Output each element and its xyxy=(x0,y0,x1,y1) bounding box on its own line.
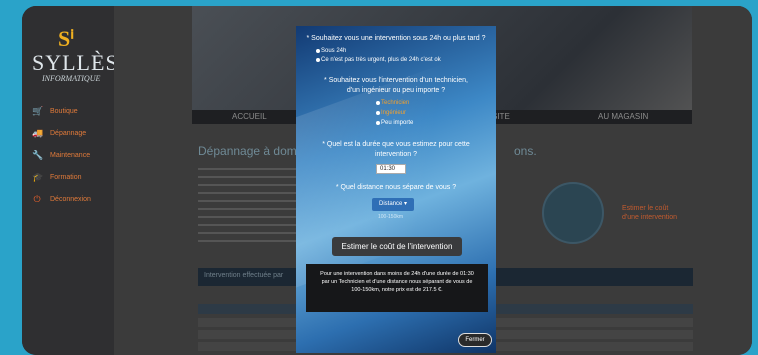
question-urgency: * Souhaitez vous une intervention sous 2… xyxy=(306,35,486,42)
sidebar-item-deconnexion[interactable]: ⏻ Déconnexion xyxy=(32,188,114,210)
radio-icon xyxy=(376,121,380,125)
close-button[interactable]: Fermer xyxy=(458,333,492,347)
question-distance: * Quel distance nous sépare de vous ? xyxy=(335,184,457,191)
option-ingenieur[interactable]: Ingénieur xyxy=(376,110,406,116)
page-title: Dépannage à domic xyxy=(198,144,306,158)
logo-name: SYLLÈS xyxy=(32,50,119,75)
option-label: Sous 24h xyxy=(321,48,347,54)
sidebar-item-formation[interactable]: 🎓 Formation xyxy=(32,166,114,188)
radio-icon xyxy=(376,111,380,115)
menu-item-magasin[interactable]: AU MAGASIN xyxy=(598,112,648,121)
question-duree-line1: * Quel est la durée que vous estimez pou… xyxy=(322,141,470,148)
sidebar-item-label: Formation xyxy=(50,173,82,181)
estimer-link[interactable]: Estimer le coût d'une intervention xyxy=(622,204,677,222)
section-banner-text: Intervention effectuée par xyxy=(204,272,284,279)
radio-icon xyxy=(316,49,320,53)
page-title-tail: ons. xyxy=(514,144,537,158)
intro-paragraph xyxy=(198,168,298,248)
result-line: Pour une intervention dans moins de 24h … xyxy=(320,271,474,277)
duration-input[interactable]: 01:30 xyxy=(376,164,406,174)
question-intervenant-line1: * Souhaitez vous l'intervention d'un tec… xyxy=(324,77,468,84)
truck-icon: 🚚 xyxy=(32,128,44,138)
option-peu-importe[interactable]: Peu importe xyxy=(376,120,413,126)
option-technicien[interactable]: Technicien xyxy=(376,100,409,106)
option-plus-24h[interactable]: Ce n'est pas très urgent, plus de 24h c'… xyxy=(316,57,441,63)
sidebar-item-depannage[interactable]: 🚚 Dépannage xyxy=(32,122,114,144)
sidebar-item-label: Maintenance xyxy=(50,151,91,159)
distance-select[interactable]: Distance ▾ xyxy=(372,198,414,211)
question-intervenant-line2: d'un ingénieur ou peu importe ? xyxy=(346,87,446,94)
sidebar-item-label: Déconnexion xyxy=(50,195,91,203)
logo[interactable]: Sⁱ SYLLÈS INFORMATIQUE xyxy=(32,26,118,86)
sidebar-item-maintenance[interactable]: 🔧 Maintenance xyxy=(32,144,114,166)
option-label: Peu importe xyxy=(381,120,414,126)
menu-item-accueil[interactable]: ACCUEIL xyxy=(232,112,267,121)
sidebar: Sⁱ SYLLÈS INFORMATIQUE 🛒 Boutique 🚚 Dépa… xyxy=(22,6,118,355)
estimate-result: Pour une intervention dans moins de 24h … xyxy=(306,264,488,312)
radio-icon xyxy=(316,58,320,62)
sidebar-item-boutique[interactable]: 🛒 Boutique xyxy=(32,100,114,122)
wrench-icon: 🔧 xyxy=(32,150,44,160)
sidebar-item-label: Dépannage xyxy=(50,129,87,137)
power-icon: ⏻ xyxy=(33,194,41,204)
sidebar-nav: 🛒 Boutique 🚚 Dépannage 🔧 Maintenance 🎓 F… xyxy=(32,100,114,210)
logo-mark: Sⁱ xyxy=(58,26,75,51)
estimer-link-line2: d'une intervention xyxy=(622,214,678,221)
result-line: par un Technicien et d'une distance nous… xyxy=(321,279,473,285)
distance-selected-value: 100-150km xyxy=(378,214,404,220)
option-label: Ce n'est pas très urgent, plus de 24h c'… xyxy=(321,57,441,63)
result-line: 100-150km, notre prix est de 217.5 €. xyxy=(351,287,443,293)
sidebar-item-label: Boutique xyxy=(50,107,78,115)
cart-icon: 🛒 xyxy=(32,106,44,116)
radio-icon xyxy=(376,101,380,105)
option-sous-24h[interactable]: Sous 24h xyxy=(316,48,346,54)
estimer-link-line1: Estimer le coût xyxy=(622,205,669,212)
option-label: Ingénieur xyxy=(381,110,407,116)
option-label: Technicien xyxy=(381,100,410,106)
logo-subtitle: INFORMATIQUE xyxy=(42,74,101,83)
estimate-cost-button[interactable]: Estimer le coût de l'intervention xyxy=(332,237,462,256)
calculator-icon[interactable] xyxy=(542,182,604,244)
estimate-modal: * Souhaitez vous une intervention sous 2… xyxy=(296,26,496,353)
question-duree-line2: intervention ? xyxy=(374,151,418,158)
graduation-cap-icon: 🎓 xyxy=(32,172,44,182)
